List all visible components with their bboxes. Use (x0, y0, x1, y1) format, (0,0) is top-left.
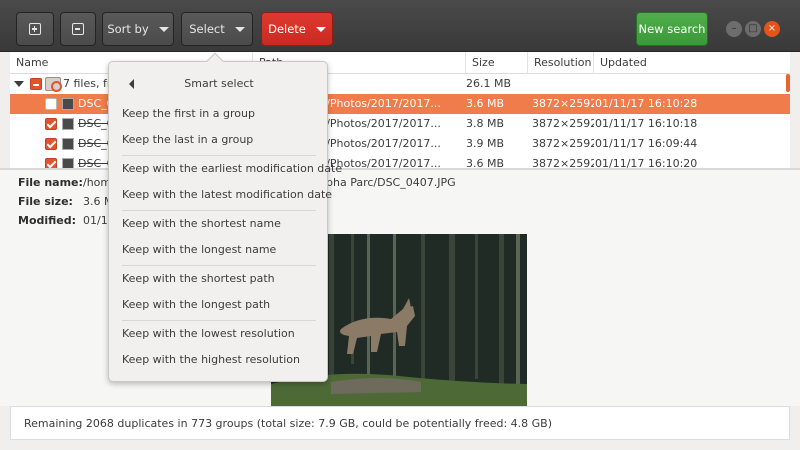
row-name: DSC_0 (78, 137, 108, 150)
sort-by-button[interactable]: Sort by (102, 12, 174, 46)
folder-search-icon (45, 77, 62, 92)
menu-item-keep-first[interactable]: Keep the first in a group (122, 107, 255, 120)
menu-item-keep-latest-date[interactable]: Keep with the latest modification date (122, 188, 332, 201)
row-updated: 01/11/17 16:10:28 (595, 97, 698, 110)
column-header-size[interactable]: Size (465, 52, 527, 74)
file-name-label: File name: (18, 176, 83, 189)
image-file-icon (62, 158, 74, 168)
expander-icon[interactable] (14, 81, 24, 87)
select-label: Select (189, 22, 225, 36)
new-search-button[interactable]: New search (636, 12, 708, 46)
minimize-button[interactable]: – (726, 21, 742, 37)
status-text: Remaining 2068 duplicates in 773 groups … (24, 417, 553, 430)
minimize-icon: – (731, 23, 737, 34)
chevron-down-icon (234, 26, 245, 32)
close-button[interactable]: × (764, 21, 780, 37)
menu-separator (122, 155, 316, 156)
image-file-icon (62, 118, 74, 130)
row-size: 3.9 MB (466, 137, 505, 150)
row-size: 3.6 MB (466, 97, 505, 110)
row-checkbox[interactable] (45, 118, 57, 130)
menu-item-keep-highest-resolution[interactable]: Keep with the highest resolution (122, 353, 300, 366)
menu-item-keep-shortest-name[interactable]: Keep with the shortest name (122, 217, 281, 230)
menu-item-keep-last[interactable]: Keep the last in a group (122, 133, 253, 146)
row-size: 3.6 MB (466, 157, 505, 168)
header-bar: Sort by Select Delete New search – □ × (0, 0, 800, 52)
group-name: 7 files, fro (63, 77, 108, 90)
image-file-icon (62, 138, 74, 150)
chevron-down-icon (315, 26, 326, 32)
row-name: DSC_0 (78, 157, 108, 168)
menu-separator (122, 320, 316, 321)
sort-by-label: Sort by (107, 22, 149, 36)
row-updated: 01/11/17 16:10:18 (595, 117, 698, 130)
smart-select-popover: Smart select Keep the first in a group K… (108, 52, 342, 382)
menu-item-keep-lowest-resolution[interactable]: Keep with the lowest resolution (122, 327, 295, 340)
row-updated: 01/11/17 16:10:20 (595, 157, 698, 168)
menu-item-keep-longest-path[interactable]: Keep with the longest path (122, 298, 270, 311)
row-name: DSC_0 (78, 97, 108, 110)
row-checkbox[interactable] (45, 98, 57, 110)
scrollbar-thumb[interactable] (786, 74, 790, 92)
row-resolution: 3872×2592 (532, 97, 594, 110)
window-frame-bottom (0, 440, 800, 450)
row-checkbox[interactable] (45, 138, 57, 150)
file-name-value-tail: pha Parc/DSC_0407.JPG (326, 176, 456, 189)
remove-folder-button[interactable] (60, 12, 96, 46)
row-name: DSC_0 (78, 117, 108, 130)
add-folder-button[interactable] (16, 12, 54, 46)
menu-item-keep-longest-name[interactable]: Keep with the longest name (122, 243, 276, 256)
menu-separator (122, 210, 316, 211)
maximize-button[interactable]: □ (745, 21, 761, 37)
delete-label: Delete (268, 22, 306, 36)
modified-value: 01/1 (83, 214, 108, 227)
file-size-label: File size: (18, 195, 73, 208)
popover-title: Smart select (184, 77, 254, 90)
chevron-down-icon (158, 26, 169, 32)
column-header-resolution[interactable]: Resolution (527, 52, 593, 74)
menu-item-keep-shortest-path[interactable]: Keep with the shortest path (122, 272, 275, 285)
select-button[interactable]: Select (181, 12, 253, 46)
maximize-icon: □ (748, 23, 758, 34)
column-header-updated[interactable]: Updated (593, 52, 783, 74)
row-size: 3.8 MB (466, 117, 505, 130)
row-updated: 01/11/17 16:09:44 (595, 137, 698, 150)
delete-button[interactable]: Delete (261, 12, 333, 46)
add-icon (29, 23, 41, 35)
row-resolution: 3872×2592 (532, 137, 594, 150)
group-checkbox[interactable] (30, 78, 42, 90)
file-name-value: /hom (83, 176, 112, 189)
menu-item-keep-earliest-date[interactable]: Keep with the earliest modification date (122, 162, 342, 175)
remove-icon (72, 23, 84, 35)
new-search-label: New search (638, 22, 706, 36)
row-checkbox[interactable] (45, 158, 57, 168)
status-bar: Remaining 2068 duplicates in 773 groups … (10, 406, 790, 440)
image-file-icon (62, 98, 74, 110)
close-icon: × (767, 23, 777, 34)
modified-label: Modified: (18, 214, 77, 227)
row-resolution: 3872×2592 (532, 157, 594, 168)
group-size: 26.1 MB (466, 77, 512, 90)
row-resolution: 3872×2592 (532, 117, 594, 130)
menu-separator (122, 265, 316, 266)
